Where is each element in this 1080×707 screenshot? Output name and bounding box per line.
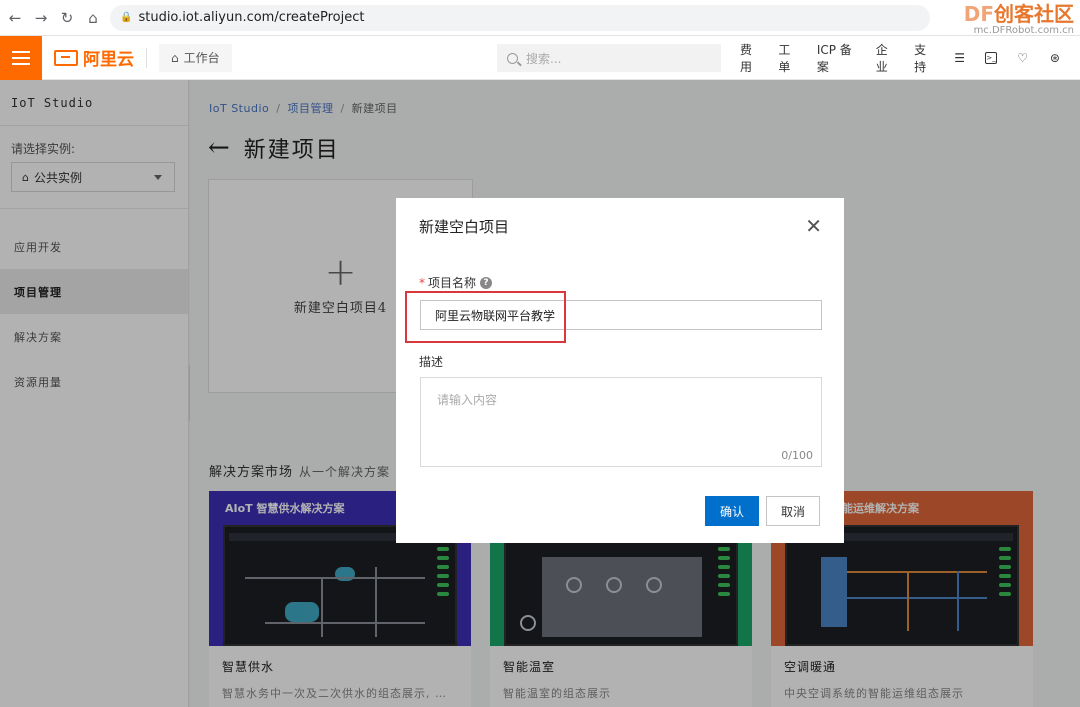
project-name-label-text: 项目名称 [428,276,477,290]
hamburger-menu-icon[interactable] [0,35,42,80]
workbench-button[interactable]: ⌂ 工作台 [159,43,232,72]
watermark: DF创客社区 mc.DFRobot.com.cn [964,2,1074,36]
aliyun-logo-icon [54,49,78,66]
address-bar[interactable]: 🔒 studio.iot.aliyun.com/createProject [110,4,930,31]
cancel-button[interactable]: 取消 [766,496,820,526]
back-icon[interactable]: ← [2,5,28,31]
search-icon [507,52,518,64]
search-input[interactable]: 搜索... [497,44,721,72]
watermark-prefix: DF [963,2,994,26]
search-placeholder: 搜索... [526,51,562,66]
watermark-sub: mc.DFRobot.com.cn [973,25,1074,36]
description-label-text: 描述 [419,355,444,369]
watermark-title: 创客社区 [994,2,1074,26]
description-placeholder: 请输入内容 [437,393,498,407]
new-project-dialog: 新建空白项目 ✕ * 项目名称 ? 阿里云物联网平台教学 描述 请输入内容 0/… [396,198,844,543]
header-link-icp[interactable]: ICP 备案 [817,41,859,75]
app-icon[interactable]: ☰ [953,50,967,66]
reload-icon[interactable]: ↻ [54,5,80,31]
forward-icon[interactable]: → [28,5,54,31]
description-char-count: 0/100 [781,449,813,462]
home-icon[interactable]: ⌂ [80,5,106,31]
description-label: 描述 [419,353,443,370]
url-text: studio.iot.aliyun.com/createProject [138,10,365,25]
header-divider [146,47,147,68]
lock-icon: 🔒 [120,12,133,23]
required-mark: * [419,275,425,290]
logo-text: 阿里云 [83,50,134,70]
header-link-enterprise[interactable]: 企业 [876,41,897,75]
app-header: 阿里云 ⌂ 工作台 搜索... 费用 工单 ICP 备案 企业 支持 ☰ >_ … [0,35,1080,80]
dialog-title: 新建空白项目 [419,218,510,236]
project-name-label: * 项目名称 ? [419,274,493,291]
bell-icon[interactable]: ♡ [1015,50,1029,66]
header-links: 费用 工单 ICP 备案 企业 支持 ☰ >_ ♡ ⊛ [740,36,1080,80]
description-textarea[interactable]: 请输入内容 0/100 [420,377,822,467]
aliyun-logo[interactable]: 阿里云 [54,45,134,70]
header-link-support[interactable]: 支持 [914,41,935,75]
browser-toolbar: ← → ↻ ⌂ 🔒 studio.iot.aliyun.com/createPr… [0,0,1080,36]
cart-icon[interactable]: ⊛ [1048,50,1062,66]
header-link-billing[interactable]: 费用 [740,41,761,75]
header-link-ticket[interactable]: 工单 [778,41,799,75]
confirm-button[interactable]: 确认 [705,496,759,526]
annotation-highlight-box [405,291,566,343]
home-icon: ⌂ [171,50,179,65]
help-icon[interactable]: ? [480,276,493,289]
workbench-label: 工作台 [183,51,220,65]
close-icon[interactable]: ✕ [805,216,822,236]
terminal-icon[interactable]: >_ [984,52,998,64]
